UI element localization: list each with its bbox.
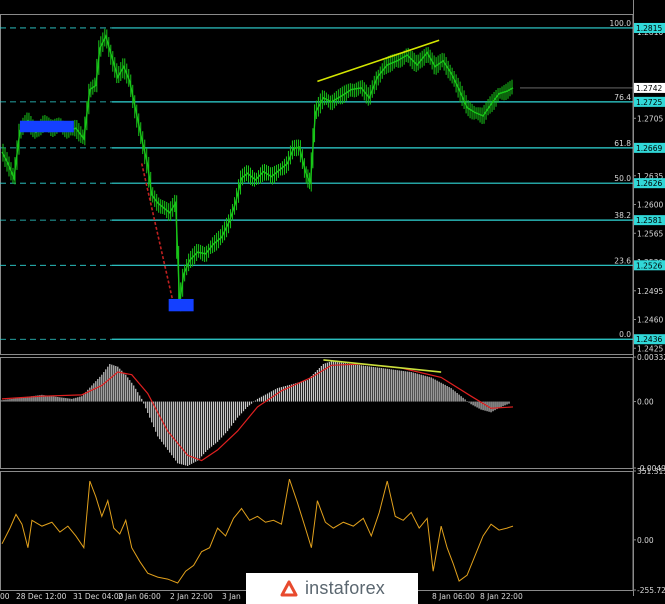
price-axis-label-4: 1.2600	[637, 201, 663, 210]
trendline-1	[140, 163, 175, 305]
level-tag-text-0: 1.2815	[636, 24, 662, 33]
macd-signal-line	[1, 363, 514, 462]
price-axis-label-8: 1.2460	[637, 316, 663, 325]
price-axis-label-5: 1.2565	[637, 229, 663, 238]
time-axis-label-partial-0: 00	[0, 592, 10, 601]
macd-axis-label-1: 0.00	[637, 398, 654, 407]
current-price-text: 1.2742	[636, 84, 662, 93]
fib-level-label-3: 50.0	[614, 174, 631, 183]
price-axis-label-2: 1.2705	[637, 114, 663, 123]
level-tag-text-6: 1.2436	[636, 335, 662, 344]
time-axis-label-3: 2 Jan 22:00	[170, 592, 213, 601]
macd-axis-label-0: 0.00332	[637, 353, 665, 362]
time-axis-label-1: 31 Dec 04:00	[73, 592, 124, 601]
fib-level-label-0: 100.0	[610, 19, 632, 28]
level-tag-text-1: 1.2725	[636, 98, 662, 107]
price-axis-label-7: 1.2495	[637, 287, 663, 296]
cci-series-line-0	[1, 478, 514, 584]
time-axis-label-0: 28 Dec 12:00	[16, 592, 67, 601]
watermark-text: instaforex	[304, 578, 386, 598]
level-tag-text-3: 1.2626	[636, 179, 662, 188]
marker-box-1	[168, 298, 194, 312]
cci-axis-label-0: 351.3137	[637, 467, 665, 476]
fib-level-label-2: 61.8	[614, 139, 631, 148]
fib-level-label-1: 76.4	[614, 93, 631, 102]
level-tag-text-2: 1.2669	[636, 144, 662, 153]
time-axis-label-4: 8 Jan 06:00	[432, 592, 475, 601]
cci-axis-label-2: -255.723	[637, 586, 665, 595]
level-tag-text-5: 1.2526	[636, 261, 662, 270]
price-series-line	[1, 34, 514, 304]
cci-axis-label-1: 0.00	[637, 536, 654, 545]
time-axis-label-2: 2 Jan 06:00	[118, 592, 161, 601]
watermark: instaforex	[246, 573, 418, 604]
marker-box-0	[19, 120, 74, 133]
panel-frame-1	[0, 14, 634, 355]
fib-level-label-6: 0.0	[619, 330, 631, 339]
time-axis-label-partial-1: 3 Jan	[222, 592, 241, 601]
price-axis-label-9: 1.2425	[637, 344, 663, 353]
level-tag-text-4: 1.2581	[636, 216, 662, 225]
fib-level-label-5: 23.6	[614, 256, 631, 265]
time-axis-label-5: 8 Jan 22:00	[480, 592, 523, 601]
fib-level-label-4: 38.2	[614, 211, 631, 220]
chart-canvas: 1.28101.27421.27051.26351.26001.25651.25…	[0, 0, 665, 601]
instaforex-logo-icon	[280, 580, 298, 596]
